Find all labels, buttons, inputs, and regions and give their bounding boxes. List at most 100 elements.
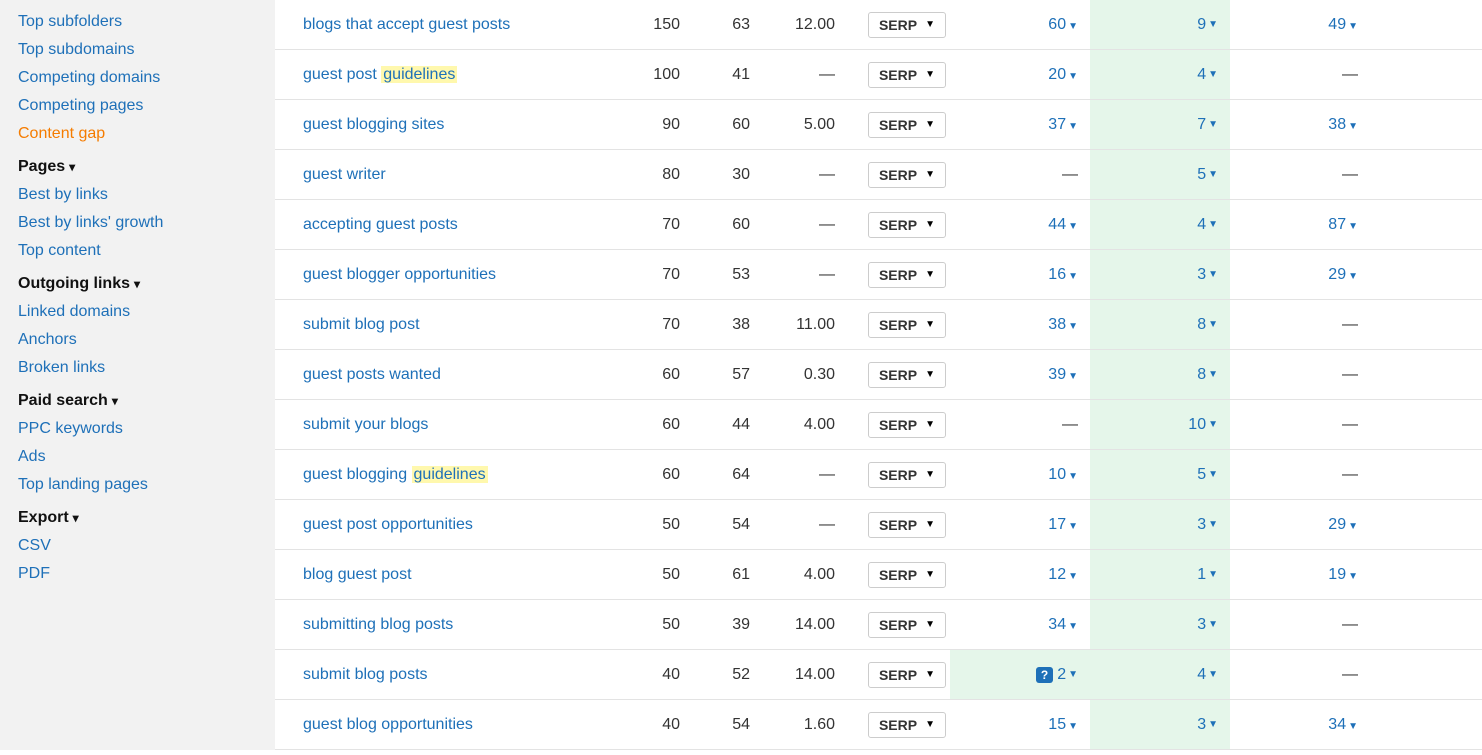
value-cell[interactable]: 87▼ xyxy=(1230,216,1370,234)
value-cell[interactable]: 34▼ xyxy=(950,616,1090,634)
serp-button[interactable]: SERP▼ xyxy=(868,212,946,238)
value-cell[interactable]: 7▼ xyxy=(1090,100,1230,149)
serp-button[interactable]: SERP▼ xyxy=(868,262,946,288)
value-cell: — xyxy=(750,166,835,184)
value-cell[interactable]: 4▼ xyxy=(1090,50,1230,99)
keyword-link[interactable]: submit blog posts xyxy=(303,666,428,683)
sidebar-link[interactable]: Top subdomains xyxy=(18,36,275,64)
value-cell: 14.00 xyxy=(750,666,835,684)
keyword-link[interactable]: guest post guidelines xyxy=(303,66,457,83)
sidebar-link[interactable]: PPC keywords xyxy=(18,415,275,443)
value-cell[interactable]: ?2▼ xyxy=(950,650,1090,699)
sidebar-link[interactable]: Competing pages xyxy=(18,92,275,120)
value-cell[interactable]: 38▼ xyxy=(950,316,1090,334)
serp-button[interactable]: SERP▼ xyxy=(868,612,946,638)
value-cell: 80 xyxy=(605,166,680,184)
value-cell[interactable]: 12▼ xyxy=(950,566,1090,584)
serp-button[interactable]: SERP▼ xyxy=(868,512,946,538)
value-cell[interactable]: 60▼ xyxy=(950,16,1090,34)
value-cell[interactable]: 20▼ xyxy=(950,66,1090,84)
value-cell[interactable]: 39▼ xyxy=(950,366,1090,384)
value-cell[interactable]: 44▼ xyxy=(950,216,1090,234)
value-cell[interactable]: 3▼ xyxy=(1090,250,1230,299)
sidebar-link[interactable]: Ads xyxy=(18,443,275,471)
value-cell[interactable]: 9▼ xyxy=(1090,0,1230,49)
serp-button[interactable]: SERP▼ xyxy=(868,312,946,338)
value-cell: — xyxy=(950,416,1090,434)
value-cell: 40 xyxy=(605,666,680,684)
serp-button[interactable]: SERP▼ xyxy=(868,712,946,738)
sidebar-link[interactable]: Anchors xyxy=(18,326,275,354)
value-cell[interactable]: 49▼ xyxy=(1230,16,1370,34)
value-cell[interactable]: 8▼ xyxy=(1090,300,1230,349)
serp-button[interactable]: SERP▼ xyxy=(868,112,946,138)
sidebar-link[interactable]: Broken links xyxy=(18,354,275,382)
value-cell: — xyxy=(1230,416,1370,434)
sidebar-link[interactable]: Content gap xyxy=(18,120,275,148)
keyword-cell: guest blogging guidelines xyxy=(275,466,605,484)
serp-button[interactable]: SERP▼ xyxy=(868,362,946,388)
sidebar-section-head[interactable]: Outgoing links▾ xyxy=(18,265,275,298)
serp-button[interactable]: SERP▼ xyxy=(868,462,946,488)
value-cell[interactable]: 34▼ xyxy=(1230,716,1370,734)
value-cell[interactable]: 15▼ xyxy=(950,716,1090,734)
value-cell[interactable]: 10▼ xyxy=(950,466,1090,484)
sidebar-link[interactable]: Best by links xyxy=(18,181,275,209)
value-cell[interactable]: 37▼ xyxy=(950,116,1090,134)
keyword-cell: guest post opportunities xyxy=(275,516,605,534)
value-cell[interactable]: 10▼ xyxy=(1090,400,1230,449)
value-cell[interactable]: 5▼ xyxy=(1090,450,1230,499)
keyword-link[interactable]: blog guest post xyxy=(303,566,412,583)
value-cell[interactable]: 3▼ xyxy=(1090,700,1230,749)
sidebar-link[interactable]: Competing domains xyxy=(18,64,275,92)
value-cell[interactable]: 29▼ xyxy=(1230,516,1370,534)
sidebar-section-head[interactable]: Pages▾ xyxy=(18,148,275,181)
serp-button[interactable]: SERP▼ xyxy=(868,62,946,88)
sidebar-link[interactable]: PDF xyxy=(18,560,275,588)
keyword-link[interactable]: guest blogger opportunities xyxy=(303,266,496,283)
keyword-link[interactable]: submit your blogs xyxy=(303,416,428,433)
keyword-link[interactable]: submitting blog posts xyxy=(303,616,453,633)
value-cell[interactable]: 1▼ xyxy=(1090,550,1230,599)
serp-button[interactable]: SERP▼ xyxy=(868,662,946,688)
serp-button[interactable]: SERP▼ xyxy=(868,562,946,588)
value-cell: — xyxy=(1230,666,1370,684)
value-cell[interactable]: 38▼ xyxy=(1230,116,1370,134)
value-cell: — xyxy=(750,216,835,234)
value-cell[interactable]: 3▼ xyxy=(1090,600,1230,649)
dropdown-caret-icon: ▼ xyxy=(1348,21,1358,32)
sidebar-link[interactable]: CSV xyxy=(18,532,275,560)
sidebar: Top subfoldersTop subdomainsCompeting do… xyxy=(0,0,275,750)
keyword-link[interactable]: blogs that accept guest posts xyxy=(303,16,510,33)
sidebar-link[interactable]: Top subfolders xyxy=(18,8,275,36)
sidebar-link[interactable]: Best by links' growth xyxy=(18,209,275,237)
value-cell[interactable]: 4▼ xyxy=(1090,650,1230,699)
value-cell[interactable]: 19▼ xyxy=(1230,566,1370,584)
value-cell: — xyxy=(1230,366,1370,384)
value-cell[interactable]: 3▼ xyxy=(1090,500,1230,549)
keyword-link[interactable]: guest blog opportunities xyxy=(303,716,473,733)
results-table: blogs that accept guest posts1506312.00S… xyxy=(275,0,1482,750)
value-cell[interactable]: 8▼ xyxy=(1090,350,1230,399)
keyword-link[interactable]: guest posts wanted xyxy=(303,366,441,383)
sidebar-link[interactable]: Top content xyxy=(18,237,275,265)
keyword-link[interactable]: guest post opportunities xyxy=(303,516,473,533)
keyword-link[interactable]: guest blogging guidelines xyxy=(303,466,488,483)
value-cell[interactable]: 5▼ xyxy=(1090,150,1230,199)
sidebar-link[interactable]: Top landing pages xyxy=(18,471,275,499)
sidebar-section-head[interactable]: Export▾ xyxy=(18,499,275,532)
value-cell[interactable]: 17▼ xyxy=(950,516,1090,534)
serp-button[interactable]: SERP▼ xyxy=(868,412,946,438)
value-cell[interactable]: 16▼ xyxy=(950,266,1090,284)
keyword-link[interactable]: submit blog post xyxy=(303,316,420,333)
sidebar-link[interactable]: Linked domains xyxy=(18,298,275,326)
keyword-link[interactable]: guest writer xyxy=(303,166,386,183)
serp-button[interactable]: SERP▼ xyxy=(868,12,946,38)
value-cell[interactable]: 29▼ xyxy=(1230,266,1370,284)
keyword-link[interactable]: guest blogging sites xyxy=(303,116,444,133)
keyword-link[interactable]: accepting guest posts xyxy=(303,216,458,233)
serp-button[interactable]: SERP▼ xyxy=(868,162,946,188)
dropdown-caret-icon: ▼ xyxy=(925,669,935,680)
value-cell[interactable]: 4▼ xyxy=(1090,200,1230,249)
sidebar-section-head[interactable]: Paid search▾ xyxy=(18,382,275,415)
